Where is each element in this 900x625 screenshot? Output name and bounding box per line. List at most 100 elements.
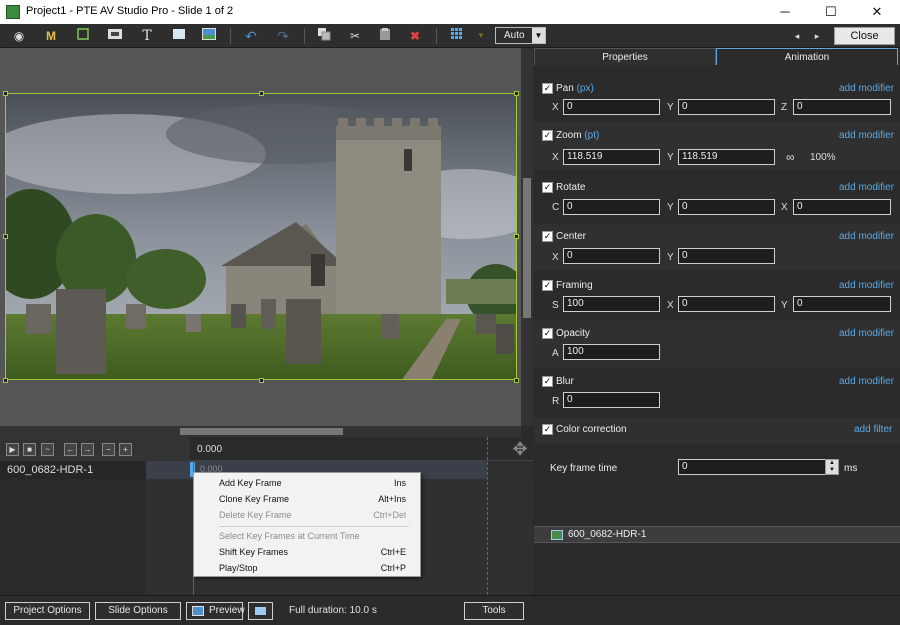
tab-animation[interactable]: Animation	[716, 48, 898, 65]
grid-dropdown-icon[interactable]: ▼	[472, 27, 490, 45]
timeline-controls: ▶ ■ ~ ← → − +	[0, 437, 190, 461]
arrow-left-icon[interactable]: ←	[64, 443, 77, 456]
opacity-add-modifier-link[interactable]: add modifier	[839, 328, 894, 339]
slide-preview[interactable]	[0, 48, 521, 426]
copy-icon[interactable]	[315, 27, 333, 45]
blur-r-field[interactable]: 0	[563, 392, 660, 408]
resize-handle[interactable]	[3, 91, 8, 96]
zoom-out-icon[interactable]: −	[102, 443, 115, 456]
resize-handle[interactable]	[514, 378, 519, 383]
axis-label-r: R	[552, 396, 560, 407]
video-icon[interactable]	[106, 27, 124, 45]
blur-add-modifier-link[interactable]: add modifier	[839, 376, 894, 387]
center-y-field[interactable]: 0	[678, 248, 775, 264]
menu-item-select-key-frames[interactable]: Select Key Frames at Current Time	[194, 529, 420, 545]
resize-handle[interactable]	[3, 378, 8, 383]
rotate-c-field[interactable]: 0	[563, 199, 660, 215]
frame-icon[interactable]	[74, 27, 92, 45]
add-filter-link[interactable]: add filter	[854, 424, 892, 435]
rectangle-icon[interactable]	[170, 27, 188, 45]
undo-icon[interactable]: ↶	[242, 27, 260, 45]
track-list	[0, 479, 146, 595]
fullscreen-preview-button[interactable]	[248, 602, 273, 620]
track-label[interactable]: 600_0682-HDR-1	[0, 461, 146, 479]
rotate-add-modifier-link[interactable]: add modifier	[839, 182, 894, 193]
framing-add-modifier-link[interactable]: add modifier	[839, 280, 894, 291]
center-x-field[interactable]: 0	[563, 248, 660, 264]
pan-y-field[interactable]: 0	[678, 99, 775, 115]
arrow-right-icon[interactable]: →	[81, 443, 94, 456]
pan-x-field[interactable]: 0	[563, 99, 660, 115]
menu-item-add-key-frame[interactable]: Add Key Frame Ins	[194, 476, 420, 492]
blur-checkbox[interactable]: ✓	[542, 376, 553, 387]
delete-icon[interactable]: ✖	[406, 27, 424, 45]
paste-icon[interactable]	[376, 27, 394, 45]
center-add-modifier-link[interactable]: add modifier	[839, 231, 894, 242]
framing-checkbox[interactable]: ✓	[542, 280, 553, 291]
keyframe-time-field[interactable]: 0	[678, 459, 826, 475]
pan-checkbox[interactable]: ✓	[542, 83, 553, 94]
framing-y-field[interactable]: 0	[793, 296, 891, 312]
preview-vertical-scrollbar[interactable]	[521, 48, 533, 426]
pan-z-field[interactable]: 0	[793, 99, 891, 115]
text-icon[interactable]: T	[138, 27, 156, 45]
scrollbar-thumb[interactable]	[523, 178, 531, 318]
menu-item-play-stop[interactable]: Play/Stop Ctrl+P	[194, 561, 420, 577]
rotate-x-field[interactable]: 0	[793, 199, 891, 215]
resize-handle[interactable]	[259, 378, 264, 383]
blur-section: ✓ Blur add modifier R 0	[534, 369, 900, 415]
play-icon[interactable]: ▶	[6, 443, 19, 456]
next-slide-button[interactable]: ▸	[808, 27, 826, 45]
resize-handle[interactable]	[514, 234, 519, 239]
slide-options-button[interactable]: Slide Options	[95, 602, 181, 620]
chevron-down-icon[interactable]: ▼	[532, 28, 545, 43]
tab-properties[interactable]: Properties	[534, 48, 716, 65]
zoom-add-modifier-link[interactable]: add modifier	[839, 130, 894, 141]
stop-icon[interactable]: ■	[23, 443, 36, 456]
scrollbar-thumb[interactable]	[180, 428, 343, 435]
maximize-button[interactable]: ☐	[808, 0, 854, 24]
rotate-y-field[interactable]: 0	[678, 199, 775, 215]
zoom-in-icon[interactable]: +	[119, 443, 132, 456]
rotate-checkbox[interactable]: ✓	[542, 182, 553, 193]
framing-x-field[interactable]: 0	[678, 296, 775, 312]
framing-s-field[interactable]: 100	[563, 296, 660, 312]
grid-icon[interactable]	[448, 27, 466, 45]
link-icon[interactable]: ∞	[786, 150, 795, 164]
preview-horizontal-scrollbar[interactable]	[0, 426, 521, 437]
zoom-y-field[interactable]: 118.519	[678, 149, 775, 165]
camera-icon[interactable]: ◉	[10, 27, 28, 45]
tools-button[interactable]: Tools	[464, 602, 524, 620]
keyframe-time-spinner[interactable]: ▲ ▼	[825, 459, 839, 475]
image-icon[interactable]	[200, 27, 218, 45]
timeline-ruler[interactable]	[190, 437, 533, 461]
menu-item-clone-key-frame[interactable]: Clone Key Frame Alt+Ins	[194, 492, 420, 508]
menu-item-shift-key-frames[interactable]: Shift Key Frames Ctrl+E	[194, 545, 420, 561]
project-options-button[interactable]: Project Options	[5, 602, 90, 620]
pan-add-modifier-link[interactable]: add modifier	[839, 83, 894, 94]
zoom-checkbox[interactable]: ✓	[542, 130, 553, 141]
auto-select[interactable]: Auto ▼	[495, 27, 546, 44]
close-window-button[interactable]: ✕	[854, 0, 900, 24]
zoom-section: ✓ Zoom (pt) add modifier X 118.519 Y 118…	[534, 122, 900, 170]
minimize-button[interactable]: ─	[762, 0, 808, 24]
move-icon[interactable]: ✥	[510, 439, 530, 459]
resize-handle[interactable]	[514, 91, 519, 96]
slide-image[interactable]	[5, 93, 517, 380]
resize-handle[interactable]	[259, 91, 264, 96]
waveform-icon[interactable]: ~	[41, 443, 54, 456]
text-m-icon[interactable]: M	[42, 27, 60, 45]
menu-item-delete-key-frame[interactable]: Delete Key Frame Ctrl+Del	[194, 508, 420, 524]
prev-slide-button[interactable]: ◂	[788, 27, 806, 45]
cut-icon[interactable]: ✂	[346, 27, 364, 45]
resize-handle[interactable]	[3, 234, 8, 239]
opacity-checkbox[interactable]: ✓	[542, 328, 553, 339]
opacity-a-field[interactable]: 100	[563, 344, 660, 360]
center-checkbox[interactable]: ✓	[542, 231, 553, 242]
close-button[interactable]: Close	[834, 27, 895, 45]
color-correction-checkbox[interactable]: ✓	[542, 424, 553, 435]
redo-icon[interactable]: ↷	[274, 27, 292, 45]
preview-button[interactable]: Preview	[186, 602, 245, 620]
object-list-item[interactable]: 600_0682-HDR-1	[534, 526, 900, 543]
zoom-x-field[interactable]: 118.519	[563, 149, 660, 165]
